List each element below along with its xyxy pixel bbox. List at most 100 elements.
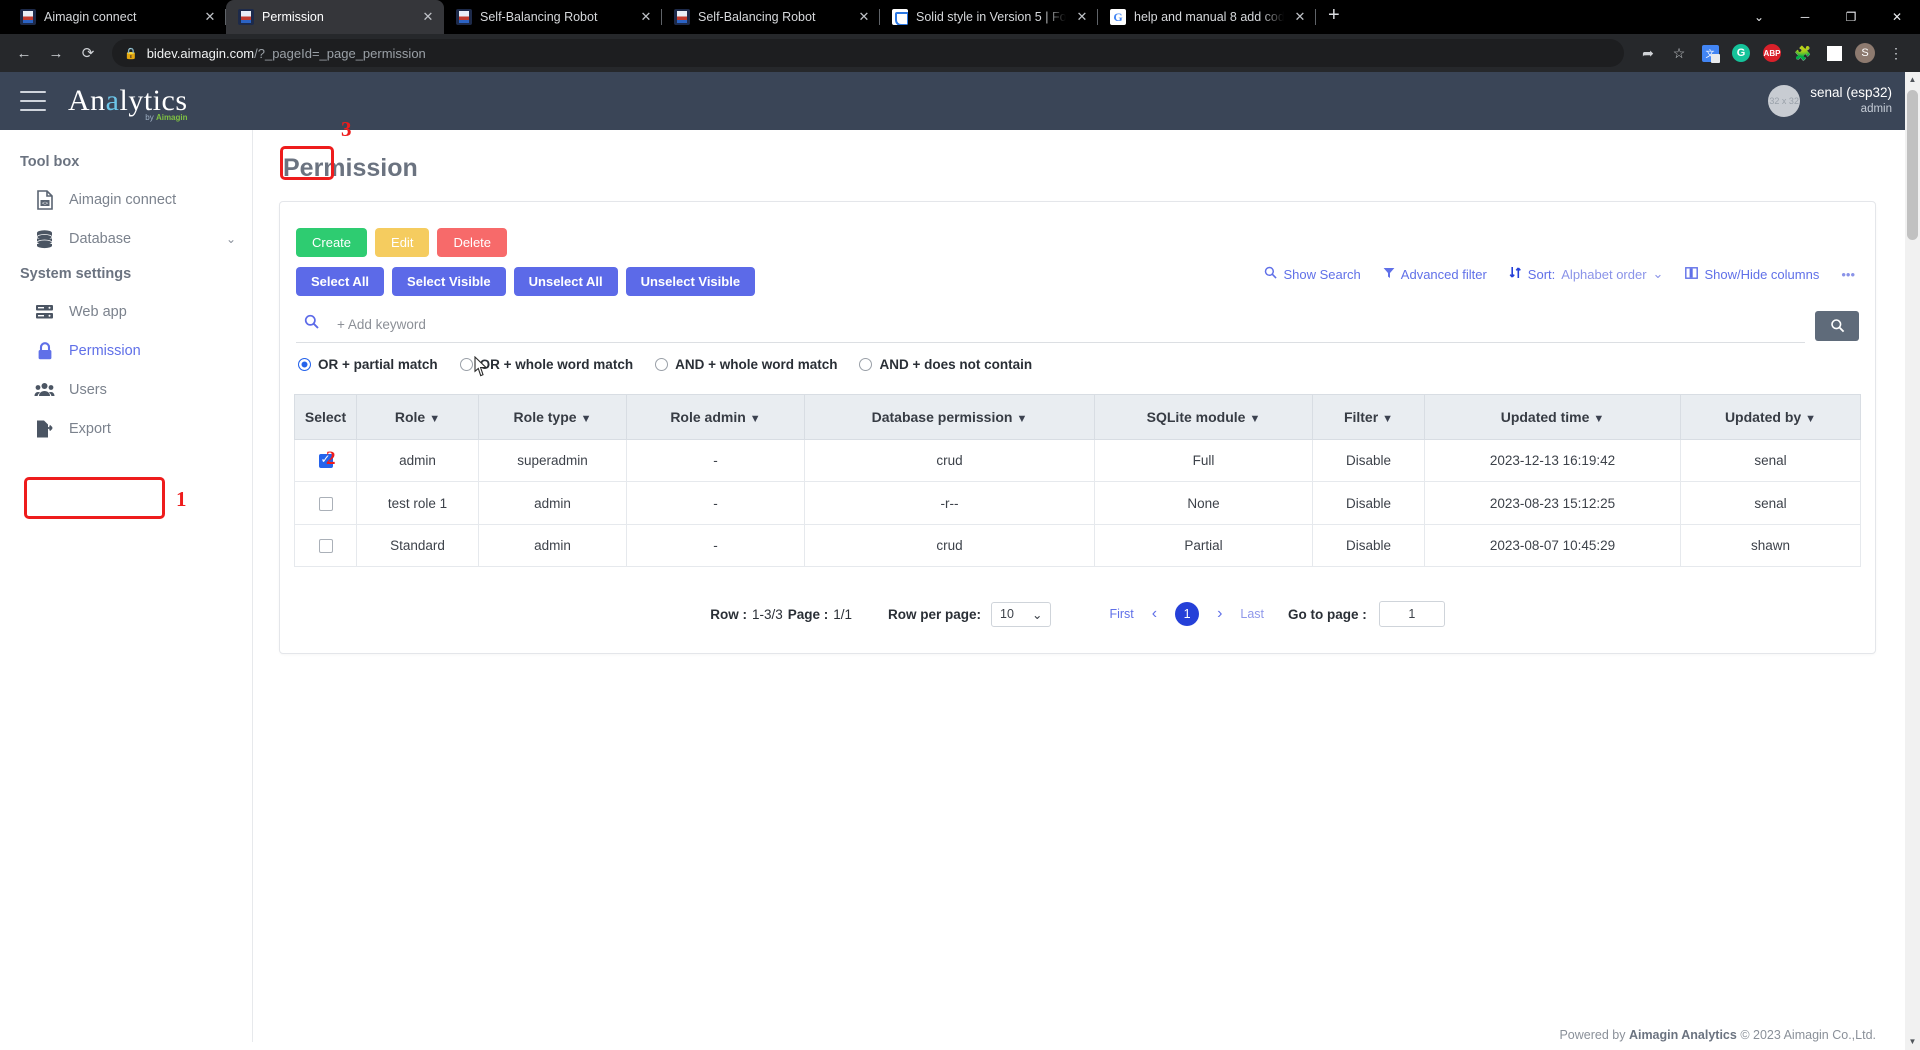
grammarly-icon[interactable]: G (1727, 39, 1755, 67)
tab-close-icon[interactable]: ✕ (202, 9, 218, 25)
radio-and-does-not-contain[interactable]: AND + does not contain (859, 357, 1032, 372)
table-row[interactable]: test role 1 admin - -r-- None Disable 20… (294, 481, 1861, 525)
sidebar-item-aimagin-connect[interactable]: <> Aimagin connect (0, 180, 252, 219)
tab-close-icon[interactable]: ✕ (1292, 9, 1308, 25)
create-button[interactable]: Create (296, 228, 368, 257)
sidebar-item-export[interactable]: Export (0, 409, 252, 448)
tab-close-icon[interactable]: ✕ (856, 9, 872, 25)
maximize-button[interactable]: ❐ (1828, 0, 1874, 34)
user-menu[interactable]: 32 x 32 senal (esp32) admin (1762, 80, 1898, 122)
back-icon[interactable]: ← (10, 39, 38, 67)
browser-tab[interactable]: Solid style in Version 5 | Font Aw ✕ (880, 0, 1098, 34)
tab-close-icon[interactable]: ✕ (420, 9, 436, 25)
sidebar-item-database[interactable]: Database ⌄ (0, 219, 252, 258)
scrollbar-thumb[interactable] (1907, 90, 1918, 240)
row-checkbox[interactable] (318, 496, 333, 511)
filter-icon[interactable]: ▼ (1249, 413, 1260, 425)
google-translate-icon[interactable]: 文 (1696, 39, 1724, 67)
goto-page-input[interactable]: 1 (1378, 601, 1445, 628)
column-header-updated-time[interactable]: Updated time ▼ (1424, 394, 1681, 440)
filter-icon[interactable]: ▼ (1805, 413, 1816, 425)
tab-title: Self-Balancing Robot (698, 10, 816, 24)
unselect-all-button[interactable]: Unselect All (513, 267, 618, 296)
tab-close-icon[interactable]: ✕ (638, 9, 654, 25)
column-header-sqlite-module[interactable]: SQLite module ▼ (1094, 394, 1313, 440)
sort-control[interactable]: Sort: Alphabet order ⌄ (1509, 266, 1664, 282)
filter-icon[interactable]: ▼ (429, 413, 440, 425)
current-page-button[interactable]: 1 (1175, 602, 1200, 627)
select-visible-button[interactable]: Select Visible (392, 267, 506, 296)
advanced-filter-button[interactable]: Advanced filter (1383, 267, 1487, 282)
next-page-icon[interactable]: › (1207, 605, 1232, 623)
radio-or-partial-match[interactable]: OR + partial match (298, 357, 438, 372)
close-window-button[interactable]: ✕ (1874, 0, 1920, 34)
radio-dot[interactable] (655, 358, 669, 371)
table-row[interactable]: Standard admin - crud Partial Disable 20… (294, 523, 1861, 568)
minimize-button[interactable]: ─ (1782, 0, 1828, 34)
column-header-filter[interactable]: Filter ▼ (1312, 394, 1425, 440)
bookmark-star-icon[interactable]: ☆ (1665, 39, 1693, 67)
column-header-select[interactable]: Select (294, 394, 357, 440)
row-checkbox[interactable] (318, 539, 333, 554)
share-icon[interactable]: ➦ (1634, 39, 1662, 67)
delete-button[interactable]: Delete (437, 228, 508, 257)
select-all-button[interactable]: Select All (296, 267, 385, 296)
browser-tab-active[interactable]: Permission ✕ (226, 0, 444, 34)
page-scrollbar[interactable]: ▲ ▼ (1905, 72, 1920, 1050)
last-page-button[interactable]: Last (1240, 607, 1264, 621)
filter-icon[interactable]: ▼ (581, 413, 592, 425)
edit-button[interactable]: Edit (375, 228, 430, 257)
browser-tab[interactable]: help and manual 8 add code - G ✕ (1098, 0, 1316, 34)
sidebar-item-permission[interactable]: Permission (0, 331, 252, 370)
reload-icon[interactable]: ⟳ (74, 39, 102, 67)
row-select-cell[interactable] (294, 481, 357, 525)
filter-icon[interactable]: ▼ (1382, 413, 1393, 425)
menu-hamburger-icon[interactable] (20, 91, 46, 111)
chevron-down-icon[interactable]: ⌄ (1653, 266, 1664, 282)
prev-page-icon[interactable]: ‹ (1142, 605, 1167, 623)
address-bar[interactable]: 🔒 bidev.aimagin.com/?_pageId=_page_permi… (112, 39, 1624, 67)
radio-dot[interactable] (459, 358, 473, 371)
scroll-down-arrow-icon[interactable]: ▼ (1905, 1034, 1920, 1050)
scroll-up-arrow-icon[interactable]: ▲ (1905, 72, 1920, 88)
chevron-down-icon[interactable]: ⌄ (226, 232, 236, 246)
sidebar-item-web-app[interactable]: Web app (0, 292, 252, 331)
search-submit-button[interactable] (1815, 310, 1859, 341)
first-page-button[interactable]: First (1109, 607, 1133, 621)
tab-search-icon[interactable]: ⌄ (1736, 0, 1782, 34)
row-select-cell[interactable] (294, 523, 357, 568)
profile-avatar-icon[interactable]: S (1851, 39, 1879, 67)
new-tab-button[interactable]: + (1316, 5, 1352, 29)
column-header-database-permission[interactable]: Database permission ▼ (804, 394, 1095, 440)
cell-database-permission: crud (804, 438, 1095, 483)
tab-close-icon[interactable]: ✕ (1074, 9, 1090, 25)
extensions-puzzle-icon[interactable]: 🧩 (1789, 39, 1817, 67)
radio-and-whole-word-match[interactable]: AND + whole word match (655, 357, 837, 372)
chrome-menu-icon[interactable]: ⋮ (1882, 39, 1910, 67)
show-hide-columns-button[interactable]: Show/Hide columns (1685, 267, 1819, 282)
unselect-visible-button[interactable]: Unselect Visible (625, 267, 756, 296)
browser-tab[interactable]: Aimagin connect ✕ (8, 0, 226, 34)
radio-dot[interactable] (859, 358, 873, 371)
lock-icon (34, 340, 55, 361)
browser-tab[interactable]: Self-Balancing Robot ✕ (662, 0, 880, 34)
filter-icon[interactable]: ▼ (1016, 413, 1027, 425)
forward-icon[interactable]: → (42, 39, 70, 67)
browser-tab[interactable]: Self-Balancing Robot ✕ (444, 0, 662, 34)
column-header-role-admin[interactable]: Role admin ▼ (626, 394, 805, 440)
sidebar-item-users[interactable]: Users (0, 370, 252, 409)
row-select-cell[interactable]: 2 (294, 438, 357, 483)
radio-dot[interactable] (298, 358, 311, 371)
column-header-role-type[interactable]: Role type ▼ (478, 394, 627, 440)
more-options-button[interactable]: ••• (1841, 267, 1855, 282)
show-search-button[interactable]: Show Search (1264, 266, 1361, 282)
filter-icon[interactable]: ▼ (1593, 413, 1604, 425)
filter-icon[interactable]: ▼ (750, 413, 761, 425)
adblock-plus-icon[interactable]: ABP (1758, 39, 1786, 67)
white-square-icon[interactable] (1820, 39, 1848, 67)
column-header-updated-by[interactable]: Updated by ▼ (1680, 394, 1861, 440)
search-input[interactable]: + Add keyword (296, 308, 1805, 343)
table-row[interactable]: 2 admin superadmin - crud Full Disable 2… (294, 438, 1861, 483)
column-header-role[interactable]: Role ▼ (356, 394, 479, 440)
row-per-page-select[interactable]: 10 ⌄ (991, 601, 1052, 627)
